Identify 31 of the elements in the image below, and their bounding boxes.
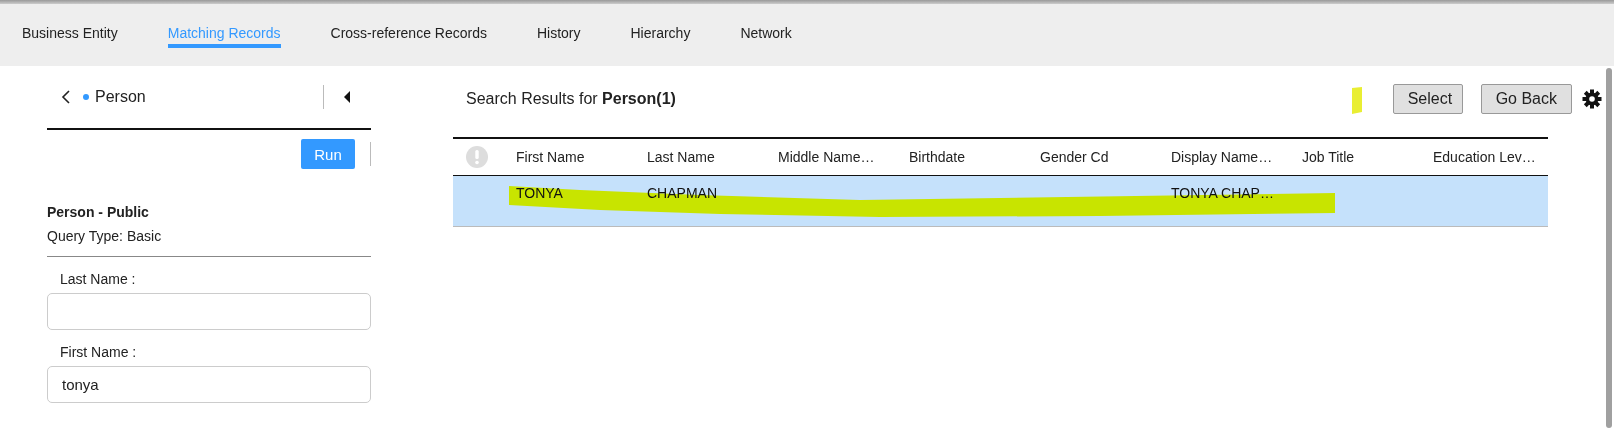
- column-header[interactable]: Gender Cd: [1024, 149, 1155, 165]
- tab[interactable]: Business Entity: [22, 22, 118, 48]
- highlighter-mark: [1352, 87, 1362, 114]
- field-label: Last Name :: [60, 271, 137, 287]
- results-title: Search Results for Person(1): [466, 90, 676, 108]
- input-field[interactable]: [47, 293, 371, 330]
- tab[interactable]: Hierarchy: [630, 22, 691, 48]
- tab[interactable]: Network: [740, 22, 792, 48]
- status-dot: [83, 94, 89, 100]
- column-header[interactable]: Education Lev…: [1417, 149, 1548, 165]
- column-header[interactable]: First Name: [500, 149, 631, 165]
- action-button[interactable]: Select: [1392, 84, 1463, 114]
- query-type: Query Type: Basic: [47, 228, 163, 244]
- collapse-icon[interactable]: [344, 91, 351, 103]
- settings-icon[interactable]: [1582, 89, 1602, 109]
- tab[interactable]: History: [536, 22, 581, 48]
- field-label: First Name :: [60, 344, 138, 360]
- table-cell: TONYA: [516, 185, 563, 201]
- back-icon[interactable]: [61, 90, 71, 104]
- tab[interactable]: Cross-reference Records: [330, 22, 487, 48]
- column-header[interactable]: Birthdate: [893, 149, 1024, 165]
- column-header[interactable]: Last Name: [631, 149, 762, 165]
- column-header[interactable]: Job Title: [1286, 149, 1417, 165]
- warning-icon: [465, 146, 488, 168]
- action-button[interactable]: Go Back: [1480, 84, 1572, 114]
- column-header[interactable]: Middle Name…: [762, 149, 893, 165]
- entity-name: Person: [95, 88, 146, 106]
- query-name: Person - Public: [47, 204, 150, 220]
- scrollbar[interactable]: [1606, 68, 1612, 428]
- column-header[interactable]: Display Name…: [1155, 149, 1286, 165]
- input-field[interactable]: tonya: [47, 366, 371, 403]
